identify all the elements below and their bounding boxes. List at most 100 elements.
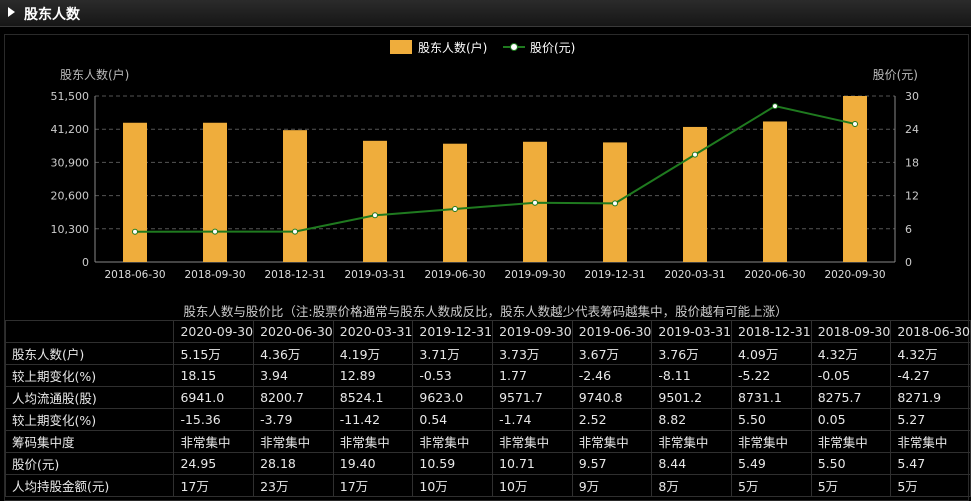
table-cell: 9.57 bbox=[571, 452, 653, 475]
x-tick-label: 2018-09-30 bbox=[184, 269, 245, 281]
price-point bbox=[372, 212, 378, 219]
table-cell: 非常集中 bbox=[571, 430, 653, 453]
x-tick-label: 2019-09-30 bbox=[504, 269, 565, 281]
table-cell: 4.19万 bbox=[332, 342, 414, 365]
table-cell: 9571.7 bbox=[492, 386, 573, 409]
table-cell: 4.36万 bbox=[253, 342, 334, 365]
table-cell: 5万 bbox=[810, 474, 892, 497]
table-cell: 10.59 bbox=[412, 452, 494, 475]
shareholder-table: 2020-09-30 2020-06-30 2020-03-31 2019-12-31… bbox=[4, 320, 971, 497]
table-row: 筹码集中度 非常集中 非常集中 非常集中 非常集中 非常集中 非常集中 非常集中 非常集中 非常集… bbox=[4, 430, 971, 453]
table-cell: -1.74 bbox=[492, 408, 573, 431]
table-cell: 5.15万 bbox=[173, 342, 255, 365]
table-cell: 8271.9 bbox=[890, 386, 971, 409]
bar bbox=[203, 122, 227, 263]
table-cell: 17万 bbox=[332, 474, 414, 497]
bar bbox=[843, 96, 867, 262]
price-point bbox=[212, 228, 218, 235]
table-column-header: 2019-09-30 bbox=[492, 320, 573, 343]
y-right-axis-label: 股价(元) bbox=[873, 68, 918, 82]
table-cell: 5.49 bbox=[731, 452, 812, 475]
table-cell: 8524.1 bbox=[332, 386, 414, 409]
y-right-tick-label: 18 bbox=[905, 156, 919, 169]
bar bbox=[443, 143, 467, 262]
table-cell: -15.36 bbox=[173, 408, 255, 431]
table-column-header: 2020-03-31 bbox=[332, 320, 414, 343]
y-left-tick-label: 10,300 bbox=[51, 223, 90, 236]
bar bbox=[683, 126, 707, 262]
table-column-header: 2019-03-31 bbox=[651, 320, 733, 343]
legend-marker bbox=[510, 43, 518, 51]
price-point bbox=[852, 120, 858, 127]
table-row-label: 股价(元) bbox=[4, 452, 175, 475]
table-cell: 非常集中 bbox=[651, 430, 733, 453]
table-row-label: 较上期变化(%) bbox=[4, 408, 175, 431]
x-tick-label: 2018-06-30 bbox=[104, 269, 165, 281]
table-cell: 9740.8 bbox=[571, 386, 653, 409]
y-right-tick-label: 6 bbox=[905, 223, 912, 236]
y-right-tick-label: 30 bbox=[905, 90, 919, 103]
table-row: 股价(元) 24.95 28.18 19.40 10.59 10.71 9.57 8.44 5.… bbox=[4, 452, 971, 475]
table-cell: -0.53 bbox=[412, 364, 494, 387]
table-cell: 非常集中 bbox=[173, 430, 255, 453]
section-title: 股东人数 bbox=[24, 7, 80, 23]
legend-swatch-bar bbox=[390, 40, 412, 54]
table-cell: 23万 bbox=[253, 474, 334, 497]
legend-label-bar: 股东人数(户) bbox=[418, 40, 487, 55]
chart-caption: 股东人数与股价比（注:股票价格通常与股东人数成反比，股东人数越少代表筹码越集中，… bbox=[183, 304, 788, 319]
table-row-label: 较上期变化(%) bbox=[4, 364, 175, 387]
table-cell: 10万 bbox=[492, 474, 573, 497]
triangle-right-icon[interactable] bbox=[8, 7, 15, 17]
table-row: 股东人数(户) 5.15万 4.36万 4.19万 3.71万 3.73万 3.67万 3.7… bbox=[4, 342, 971, 365]
table-cell: 19.40 bbox=[332, 452, 414, 475]
table-column-header: 2018-12-31 bbox=[731, 320, 812, 343]
price-point bbox=[612, 200, 618, 207]
table-cell: 4.32万 bbox=[810, 342, 892, 365]
price-point bbox=[692, 151, 698, 158]
table-cell: 非常集中 bbox=[253, 430, 334, 453]
legend-label-line: 股价(元) bbox=[530, 41, 575, 55]
x-tick-label: 2020-03-31 bbox=[664, 269, 725, 281]
price-point bbox=[132, 228, 138, 235]
table-cell: -0.05 bbox=[810, 364, 892, 387]
table-cell: 3.73万 bbox=[492, 342, 573, 365]
table-cell: -11.42 bbox=[332, 408, 414, 431]
price-point bbox=[532, 199, 538, 206]
table-cell: 4.09万 bbox=[731, 342, 812, 365]
section-header: 股东人数 bbox=[0, 0, 971, 27]
table-column-header: 2020-09-30 bbox=[173, 320, 255, 343]
y-left-tick-label: 30,900 bbox=[51, 156, 90, 169]
table-cell: 3.94 bbox=[253, 364, 334, 387]
table-cell: 10万 bbox=[412, 474, 494, 497]
table-cell: -4.27 bbox=[890, 364, 971, 387]
table-cell: 2.52 bbox=[571, 408, 653, 431]
table-column-header: 2018-09-30 bbox=[810, 320, 892, 343]
table-row: 人均持股金额(元) 17万 23万 17万 10万 10万 9万 8万 5万 5万 5万 bbox=[4, 474, 971, 497]
shareholder-chart: 0 0 10,300 6 20,600 12 30,900 18 41,200 24 51,500 3… bbox=[51, 40, 919, 281]
table-cell: 0.54 bbox=[412, 408, 494, 431]
bar bbox=[283, 130, 307, 262]
table-cell: 6941.0 bbox=[173, 386, 255, 409]
table-cell: 5.50 bbox=[810, 452, 892, 475]
table-cell: 3.76万 bbox=[651, 342, 733, 365]
table-corner-cell bbox=[4, 320, 175, 343]
y-left-tick-label: 41,200 bbox=[51, 123, 90, 136]
table-cell: 非常集中 bbox=[332, 430, 414, 453]
x-tick-label: 2020-09-30 bbox=[824, 269, 885, 281]
table-row-label: 人均持股金额(元) bbox=[4, 474, 175, 497]
table-column-header: 2020-06-30 bbox=[253, 320, 334, 343]
table-cell: 5.27 bbox=[890, 408, 971, 431]
table-row-label: 股东人数(户) bbox=[4, 342, 175, 365]
table-cell: 9501.2 bbox=[651, 386, 733, 409]
x-tick-label: 2019-12-31 bbox=[584, 269, 645, 281]
table-cell: 5万 bbox=[731, 474, 812, 497]
bar bbox=[363, 140, 387, 262]
table-cell: -2.46 bbox=[571, 364, 653, 387]
table-cell: 非常集中 bbox=[492, 430, 573, 453]
table-row: 较上期变化(%) 18.15 3.94 12.89 -0.53 1.77 -2.46 -8.1… bbox=[4, 364, 971, 387]
table-cell: 8万 bbox=[651, 474, 733, 497]
table-row-label: 人均流通股(股) bbox=[4, 386, 175, 409]
table-row-label: 筹码集中度 bbox=[4, 430, 175, 453]
y-left-tick-label: 51,500 bbox=[51, 90, 90, 103]
table-cell: 8200.7 bbox=[253, 386, 334, 409]
